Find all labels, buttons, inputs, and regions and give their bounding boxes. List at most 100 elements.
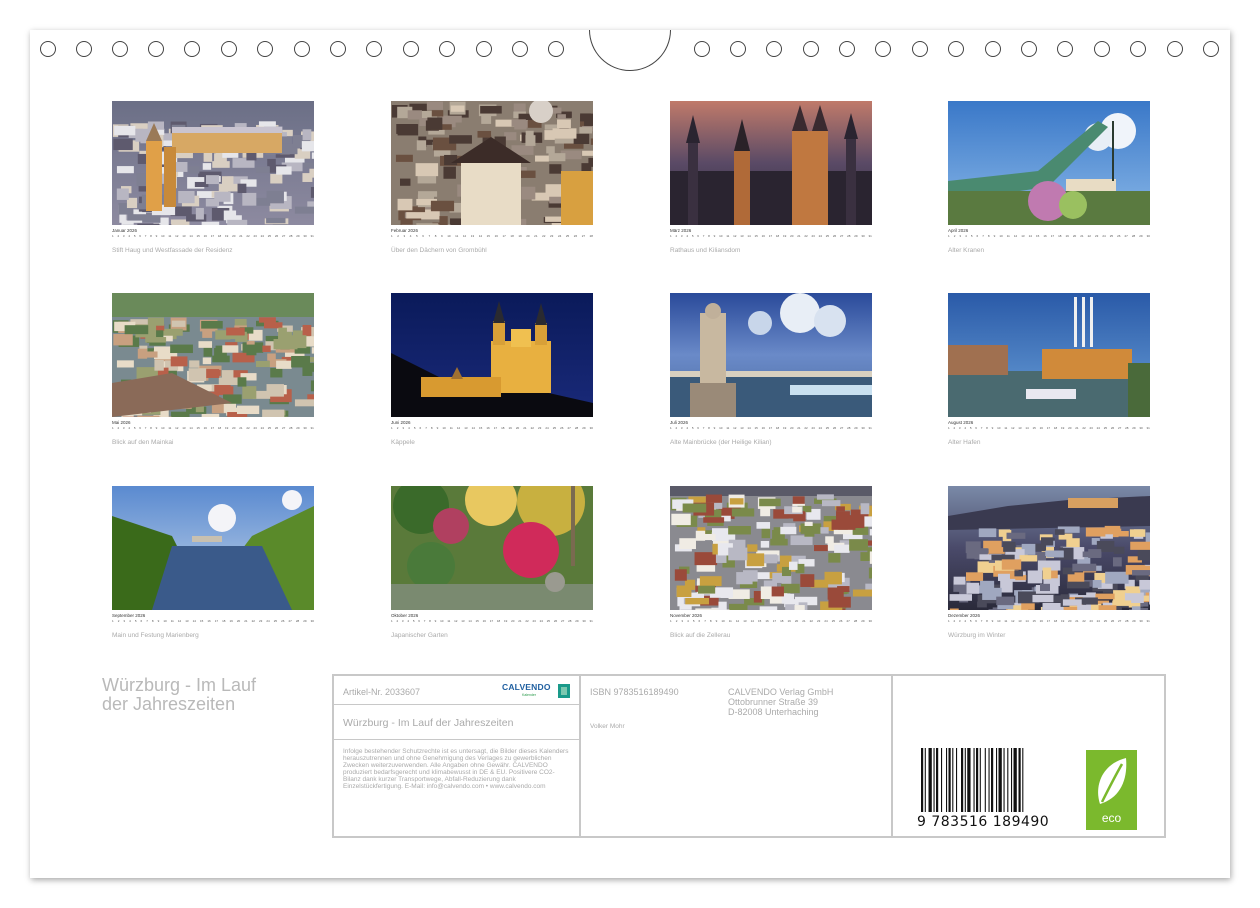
binding-ring — [803, 41, 819, 57]
day-number: 10 — [163, 619, 167, 623]
day-number: 16 — [765, 619, 769, 623]
day-number: 29 — [1139, 234, 1143, 238]
month-photo — [670, 101, 872, 225]
day-number: 24 — [260, 426, 264, 430]
day-number: 5 — [970, 234, 973, 238]
day-number: 5 — [412, 619, 415, 623]
binding-ring — [330, 41, 346, 57]
day-number: 4 — [965, 234, 967, 238]
day-number: 1 — [670, 619, 672, 623]
day-number: 11 — [168, 234, 172, 238]
day-number: 10 — [719, 426, 723, 430]
day-number: 18 — [1058, 234, 1062, 238]
day-number: 27 — [1117, 619, 1122, 623]
day-number: 19 — [787, 619, 791, 623]
day-number: 8 — [986, 426, 988, 430]
day-number: 20 — [511, 619, 515, 623]
day-number: 3 — [681, 619, 684, 623]
day-number: 12 — [175, 426, 179, 430]
day-number: 8 — [151, 619, 154, 623]
day-number: 19 — [503, 619, 508, 623]
day-number: 30 — [303, 426, 307, 430]
day-number: 20 — [232, 234, 236, 238]
day-number: 13 — [1018, 426, 1022, 430]
day-number: 12 — [454, 619, 458, 623]
day-number: 28 — [568, 619, 572, 623]
day-number: 20 — [515, 426, 520, 430]
day-number: 21 — [797, 234, 801, 238]
binding-ring — [366, 41, 382, 57]
day-number: 3 — [680, 426, 683, 430]
month-day-strip: 1 2 3 4 5 6 7 8 9 10 11 12 13 14 15 16 17 18 19 20 21 22 23 24 2… — [391, 234, 593, 238]
binding-ring — [257, 41, 273, 57]
day-number: 29 — [1132, 619, 1136, 623]
day-number: 23 — [532, 619, 536, 623]
binding-ring — [985, 41, 1001, 57]
binding-ring — [148, 41, 164, 57]
day-number: 4 — [964, 426, 967, 430]
day-number: 2 — [396, 426, 399, 430]
day-number: 29 — [582, 426, 586, 430]
day-number: 12 — [462, 234, 467, 238]
month-caption: Blick auf den Mainkai — [112, 439, 174, 446]
day-number: 27 — [288, 619, 292, 623]
day-number: 20 — [1068, 426, 1072, 430]
day-number: 22 — [1082, 426, 1086, 430]
day-number: 25 — [831, 619, 836, 623]
day-number: 2 — [396, 619, 399, 623]
day-number: 24 — [557, 234, 562, 238]
day-number: 1 — [948, 234, 950, 238]
day-number: 30 — [310, 619, 314, 623]
binding-ring — [403, 41, 419, 57]
day-number: 3 — [122, 426, 125, 430]
day-number: 24 — [260, 234, 264, 238]
day-number: 7 — [146, 619, 148, 623]
month-day-strip: 1 2 3 4 5 6 7 8 9 10 11 12 13 14 15 16 17 18 19 20 21 22 23 24 2… — [112, 234, 314, 238]
day-number: 27 — [846, 619, 850, 623]
day-number: 22 — [809, 619, 813, 623]
day-number: 21 — [244, 619, 248, 623]
day-number: 25 — [552, 426, 557, 430]
day-number: 15 — [199, 619, 204, 623]
day-number: 17 — [214, 619, 219, 623]
day-number: 10 — [719, 234, 723, 238]
month-photo — [670, 486, 872, 610]
month-caption: Über den Dächern von Grombühl — [391, 247, 487, 254]
eco-badge: eco — [1086, 750, 1137, 830]
day-number: 17 — [772, 619, 777, 623]
day-number: 17 — [489, 619, 494, 623]
day-number: 18 — [217, 426, 222, 430]
day-number: 27 — [581, 234, 586, 238]
month-panel: März 2026 1 2 3 4 5 6 7 8 9 10 11 12 13 14 15 16 17 18 19 20… — [670, 101, 872, 254]
day-number: 1 — [112, 426, 114, 430]
month-panel: Januar 2026 1 2 3 4 5 6 7 8 9 10 11 12 13 14 15 16 17 18 19… — [112, 101, 314, 254]
day-number: 24 — [824, 619, 828, 623]
month-day-strip: 1 2 3 4 5 6 7 8 9 10 11 12 13 14 15 16 17 18 19 20 21 22 23 24 2… — [391, 619, 593, 623]
month-panel: Mai 2026 1 2 3 4 5 6 7 8 9 10 11 12 13 14 15 16 17 18 19 20 2… — [112, 293, 314, 446]
day-number: 7 — [423, 619, 426, 623]
day-number: 9 — [155, 426, 158, 430]
day-number: 15 — [478, 426, 483, 430]
day-number: 4 — [687, 619, 689, 623]
day-number: 3 — [959, 234, 962, 238]
day-number: 20 — [790, 234, 794, 238]
day-number: 11 — [726, 234, 730, 238]
day-number: 29 — [1132, 426, 1136, 430]
publisher-street: Ottobrunner Straße 39 — [728, 697, 819, 707]
day-number: 15 — [475, 619, 479, 623]
day-number: 4 — [964, 619, 967, 623]
day-number: 25 — [1103, 619, 1108, 623]
day-number: 1 — [391, 426, 393, 430]
day-number: 23 — [550, 234, 554, 238]
day-number: 9 — [713, 234, 716, 238]
day-number: 10 — [161, 234, 165, 238]
binding-ring — [221, 41, 237, 57]
day-number: 20 — [236, 619, 241, 623]
day-number: 7 — [144, 426, 147, 430]
day-number: 3 — [402, 426, 405, 430]
day-number: 26 — [281, 619, 285, 623]
day-number: 30 — [1139, 619, 1143, 623]
day-number: 28 — [289, 234, 293, 238]
day-number: 24 — [1096, 426, 1100, 430]
title-line-2: der Jahreszeiten — [102, 694, 236, 714]
